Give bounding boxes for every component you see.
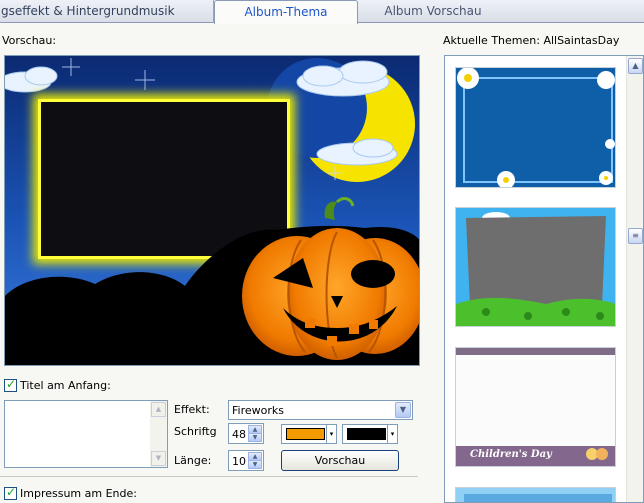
- decrement-icon[interactable]: ▼: [248, 460, 262, 469]
- title-start-checkbox[interactable]: ✓: [4, 377, 17, 392]
- theme-thumbnail[interactable]: [455, 67, 616, 188]
- theme-list-scrollbar[interactable]: ▲ ≡: [626, 56, 643, 502]
- font-size-stepper[interactable]: 48 ▲ ▼: [228, 423, 264, 444]
- effect-value: Fireworks: [232, 404, 284, 417]
- tab-album-preview[interactable]: Album Vorschau: [358, 0, 508, 23]
- theme-list[interactable]: Children's Day ▲ ≡: [444, 55, 644, 503]
- theme-thumbnail[interactable]: [455, 207, 616, 327]
- tab-effects-music[interactable]: gseffekt & Hintergrundmusik: [0, 0, 214, 23]
- title-text-input[interactable]: ▲ ▼: [4, 400, 168, 468]
- font-size-value: 48: [232, 428, 246, 441]
- length-label: Länge:: [174, 454, 212, 467]
- tab-strip: gseffekt & Hintergrundmusik Album-Thema …: [0, 0, 644, 24]
- meadow-theme-preview: [456, 212, 615, 326]
- preview-button[interactable]: Vorschau: [281, 450, 399, 471]
- scroll-up-icon[interactable]: ▲: [628, 58, 643, 74]
- themes-label: Aktuelle Themen: AllSaintasDay: [443, 34, 620, 47]
- check-icon: ✓: [6, 485, 17, 499]
- text-scrollbar[interactable]: ▲ ▼: [150, 401, 167, 467]
- theme-thumbnail[interactable]: [455, 487, 616, 502]
- dropdown-arrow-icon[interactable]: ▾: [387, 425, 397, 443]
- check-icon: ✓: [6, 377, 17, 391]
- photo-placeholder-frame: [41, 102, 287, 256]
- length-stepper[interactable]: 10 ▲ ▼: [228, 450, 264, 471]
- theme-caption: Children's Day: [470, 449, 552, 460]
- effect-select[interactable]: Fireworks ▼: [228, 400, 413, 420]
- font-color-picker[interactable]: ▾: [281, 424, 337, 444]
- title-start-label: Titel am Anfang:: [20, 379, 111, 392]
- effect-label: Effekt:: [174, 403, 210, 416]
- length-value: 10: [232, 455, 246, 468]
- scroll-down-icon[interactable]: ▼: [151, 451, 166, 466]
- dropdown-arrow-icon[interactable]: ▾: [326, 425, 336, 443]
- theme-preview-image: [4, 55, 420, 366]
- font-label: Schriftg: [174, 425, 217, 438]
- impressum-end-checkbox[interactable]: ✓: [4, 485, 17, 500]
- font-color-swatch: [286, 428, 325, 440]
- partial-theme-preview: [464, 494, 612, 502]
- tab-album-theme[interactable]: Album-Thema: [214, 0, 358, 24]
- scroll-thumb[interactable]: ≡: [628, 228, 643, 244]
- background-color-picker[interactable]: ▾: [342, 424, 398, 444]
- theme-thumbnail[interactable]: Children's Day: [455, 347, 616, 467]
- impressum-end-label: Impressum am Ende:: [20, 487, 137, 500]
- chevron-down-icon[interactable]: ▼: [395, 402, 411, 418]
- daisy-theme-preview: [457, 68, 615, 187]
- background-color-swatch: [347, 428, 386, 440]
- pumpkin-shape: [242, 228, 419, 360]
- decrement-icon[interactable]: ▼: [248, 433, 262, 442]
- halloween-theme-artwork: [5, 56, 419, 365]
- preview-label: Vorschau:: [2, 34, 57, 47]
- scroll-up-icon[interactable]: ▲: [151, 402, 166, 417]
- divider: [0, 476, 418, 477]
